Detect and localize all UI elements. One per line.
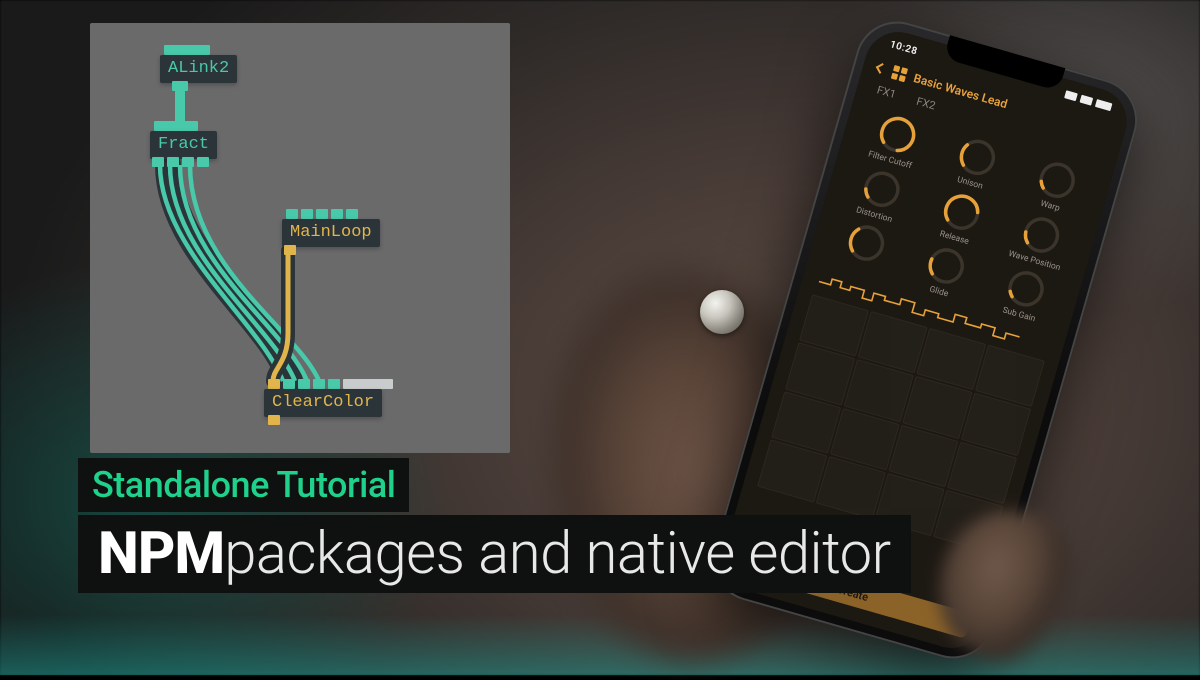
node-graph-panel: ALink2 Fract MainLoop ClearColor xyxy=(90,23,510,453)
title-bar: NPM packages and native editor xyxy=(78,515,911,593)
node-ports xyxy=(152,157,209,167)
node-fract[interactable]: Fract xyxy=(150,131,217,159)
node-label: ClearColor xyxy=(272,393,374,412)
node-ports xyxy=(154,121,198,131)
status-time: 10:28 xyxy=(889,39,919,57)
title-bold: NPM xyxy=(98,525,224,583)
subtitle-bar: Standalone Tutorial xyxy=(78,458,409,512)
tab-fx1[interactable]: FX1 xyxy=(869,80,904,105)
node-ports xyxy=(164,45,210,55)
node-ports xyxy=(286,209,358,219)
node-clearcolor[interactable]: ClearColor xyxy=(264,389,382,417)
node-label: Fract xyxy=(158,135,209,154)
ring xyxy=(700,290,744,334)
tab-fx2[interactable]: FX2 xyxy=(909,91,944,116)
node-ports xyxy=(268,415,280,425)
grid-icon[interactable] xyxy=(891,65,908,82)
wifi-icon xyxy=(1079,95,1093,106)
subtitle-text: Standalone Tutorial xyxy=(92,464,395,506)
node-label: ALink2 xyxy=(168,59,229,78)
node-alink2[interactable]: ALink2 xyxy=(160,55,237,83)
node-ports xyxy=(268,379,393,389)
status-right-icons xyxy=(1064,90,1112,111)
node-ports xyxy=(284,245,296,255)
node-label: MainLoop xyxy=(290,223,372,242)
title-rest: packages and native editor xyxy=(224,525,891,583)
node-mainloop[interactable]: MainLoop xyxy=(282,219,380,247)
battery-icon xyxy=(1095,99,1113,111)
node-ports xyxy=(172,81,188,91)
signal-icon xyxy=(1064,90,1078,101)
chevron-left-icon[interactable] xyxy=(876,63,887,74)
